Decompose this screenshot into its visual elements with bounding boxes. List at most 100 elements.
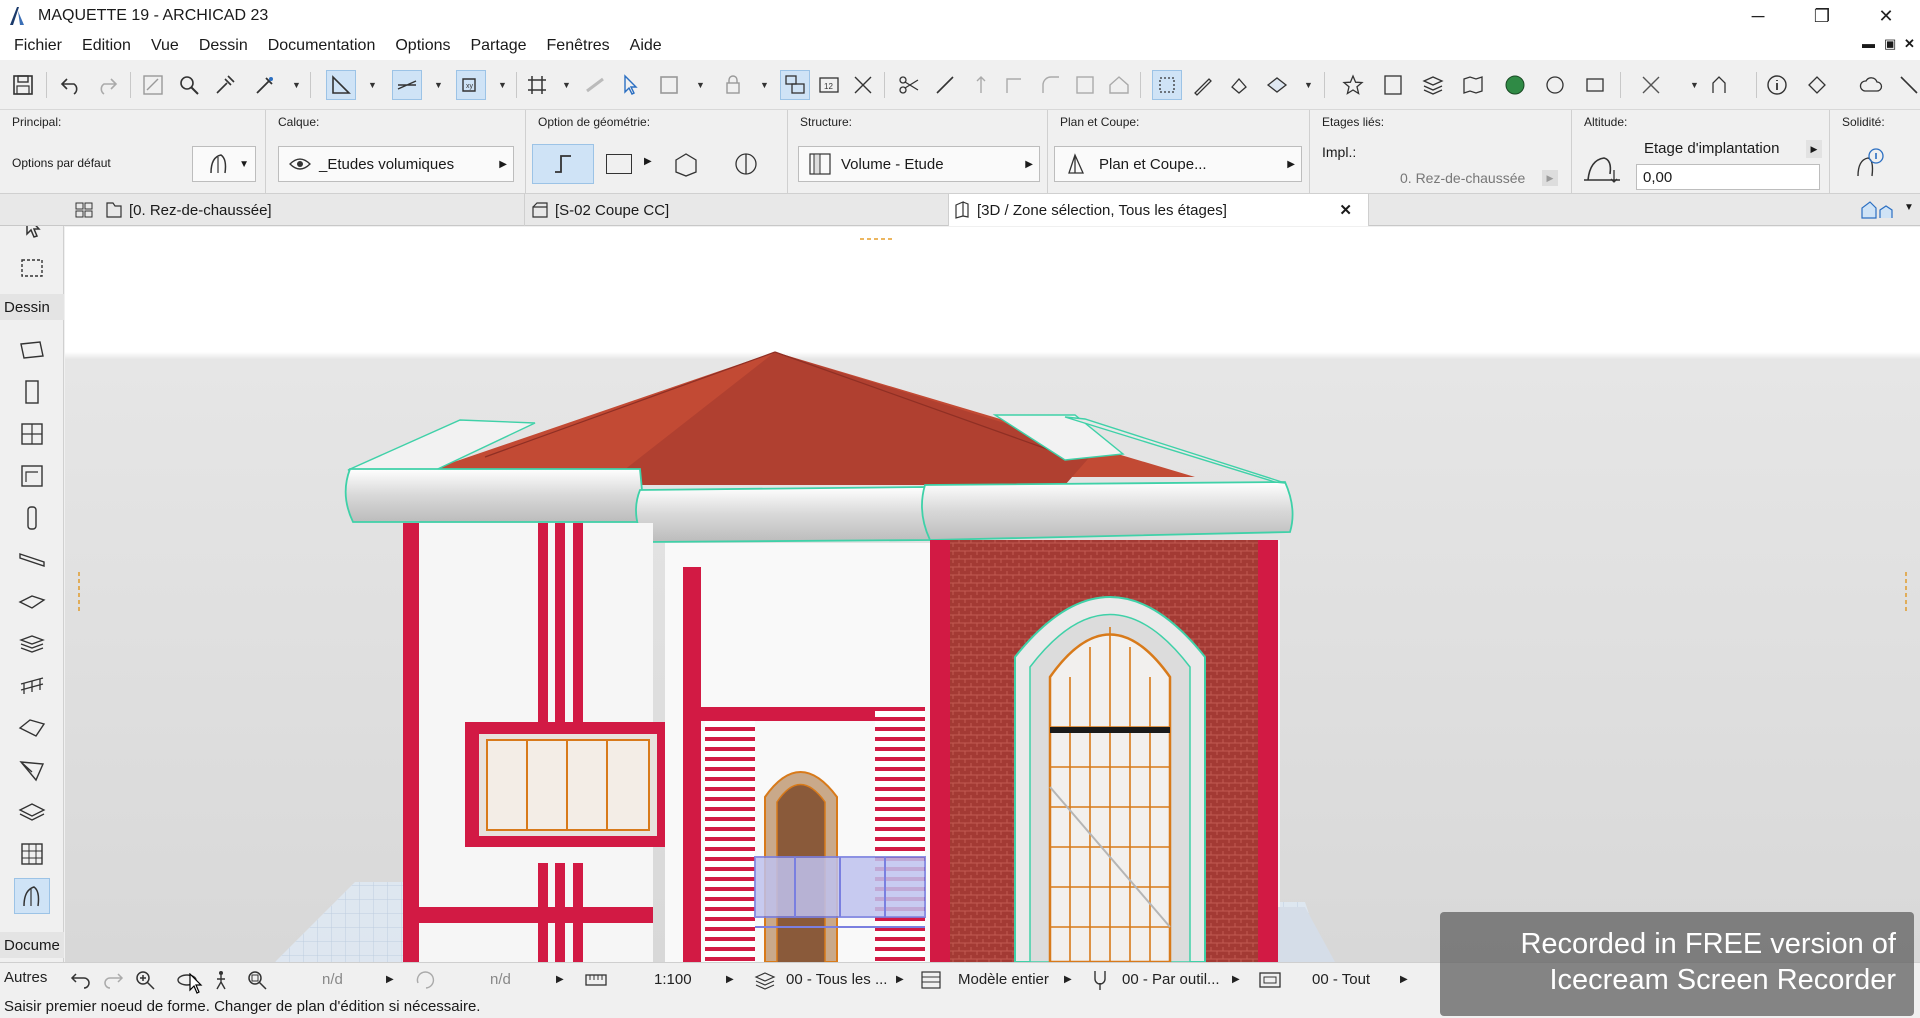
scissors-icon[interactable]	[894, 70, 924, 100]
grid-dropdown[interactable]: ▼	[562, 80, 571, 90]
menu-edition[interactable]: Edition	[72, 37, 141, 55]
guide-dropdown[interactable]: ▼	[368, 80, 377, 90]
renovation-icon[interactable]	[1704, 70, 1734, 100]
info-icon[interactable]	[1762, 70, 1792, 100]
geometry-extrude-icon[interactable]	[672, 150, 700, 178]
menu-fenetres[interactable]: Fenêtres	[537, 37, 620, 55]
mep-icon[interactable]	[1636, 70, 1666, 100]
redo-view-icon[interactable]	[102, 969, 124, 991]
restore-button[interactable]: ❐	[1792, 0, 1852, 32]
object-tool[interactable]	[14, 458, 50, 494]
zoom-arrow[interactable]: ▶	[386, 974, 394, 985]
layout-book-icon[interactable]	[1378, 70, 1408, 100]
teamwork-icon[interactable]	[1540, 70, 1570, 100]
geometry-more-arrow[interactable]: ▶	[644, 156, 652, 167]
rotate-view-icon[interactable]	[414, 969, 436, 991]
lock-icon[interactable]	[718, 70, 748, 100]
bimcloud-icon[interactable]	[1580, 70, 1610, 100]
model-view-value[interactable]: Modèle entier	[958, 971, 1049, 988]
layers-icon[interactable]	[1418, 70, 1448, 100]
elevate-icon[interactable]	[966, 70, 996, 100]
close-tab-button[interactable]: ✕	[1339, 201, 1352, 219]
undo-icon[interactable]	[56, 70, 86, 100]
mdi-close-button[interactable]: ✕	[1904, 36, 1915, 52]
plane-dropdown[interactable]: ▼	[498, 80, 507, 90]
navigator-3d-icon[interactable]	[1860, 200, 1896, 220]
menu-partage[interactable]: Partage	[460, 37, 536, 55]
marquee-icon[interactable]	[654, 70, 684, 100]
menu-documentation[interactable]: Documentation	[258, 37, 386, 55]
3d-explore-icon[interactable]	[1152, 70, 1182, 100]
wall-tool[interactable]	[14, 332, 50, 368]
model-arrow[interactable]: ▶	[1064, 974, 1072, 985]
zone-tool[interactable]	[14, 836, 50, 872]
window-tool[interactable]	[14, 416, 50, 452]
minimize-button[interactable]: ─	[1728, 0, 1788, 32]
menu-fichier[interactable]: Fichier	[4, 37, 72, 55]
scale-value[interactable]: 1:100	[654, 971, 692, 988]
railing-tool[interactable]	[14, 668, 50, 704]
menu-options[interactable]: Options	[385, 37, 460, 55]
extra-tool-icon[interactable]	[1894, 70, 1920, 100]
mesh-tool[interactable]	[14, 794, 50, 830]
tab-section[interactable]: [S-02 Coupe CC]	[525, 194, 949, 226]
redo-icon[interactable]	[92, 70, 122, 100]
rotation-value[interactable]: n/d	[490, 971, 511, 988]
syringe-icon[interactable]	[250, 70, 280, 100]
shell-tool[interactable]	[14, 878, 50, 914]
favorites-star-icon[interactable]	[1338, 70, 1368, 100]
scale-arrow[interactable]: ▶	[726, 974, 734, 985]
3d-view-dropdown[interactable]: ▼	[1304, 80, 1313, 90]
save-icon[interactable]	[8, 70, 38, 100]
fillet-icon[interactable]	[1036, 70, 1066, 100]
explore-walk-icon[interactable]	[210, 969, 232, 991]
menu-dessin[interactable]: Dessin	[189, 37, 258, 55]
3d-view-icon[interactable]	[1262, 70, 1292, 100]
lock-dropdown[interactable]: ▼	[760, 80, 769, 90]
pointer-snap-icon[interactable]	[614, 70, 644, 100]
trim-icon[interactable]	[848, 70, 878, 100]
layers-arrow[interactable]: ▶	[896, 974, 904, 985]
mdi-restore-button[interactable]: ▣	[1884, 36, 1896, 52]
guide-line-icon[interactable]	[326, 70, 356, 100]
solid-operations-icon[interactable]	[1852, 146, 1886, 182]
pen-set-value[interactable]: 00 - Par outil...	[1122, 971, 1220, 988]
menu-vue[interactable]: Vue	[141, 37, 189, 55]
undo-view-icon[interactable]	[70, 969, 92, 991]
impl-value[interactable]: 0. Rez-de-chaussée	[1400, 170, 1525, 186]
beam-tool[interactable]	[14, 542, 50, 578]
altitude-input[interactable]: 0,00	[1636, 164, 1820, 190]
impl-arrow[interactable]: ▶	[1542, 170, 1558, 186]
marquee-dropdown[interactable]: ▼	[696, 80, 705, 90]
tab-floor-plan[interactable]: [0. Rez-de-chaussée]	[65, 194, 525, 226]
geometry-revolve-icon[interactable]	[732, 150, 760, 178]
eyedropper-icon[interactable]	[210, 70, 240, 100]
altitude-reference[interactable]: Etage d'implantation	[1644, 140, 1779, 157]
layer-combination-value[interactable]: 00 - Tous les ...	[786, 971, 887, 988]
roof-icon[interactable]	[1104, 70, 1134, 100]
globe-icon[interactable]	[1500, 70, 1530, 100]
grid-snap-icon[interactable]	[522, 70, 552, 100]
column-tool[interactable]	[14, 500, 50, 536]
geometry-rectangle-button[interactable]	[606, 154, 632, 174]
close-window-button[interactable]: ✕	[1856, 0, 1916, 32]
rotation-arrow[interactable]: ▶	[556, 974, 564, 985]
dimension-arrow[interactable]: ▶	[1400, 974, 1408, 985]
altitude-ref-arrow[interactable]: ▶	[1806, 140, 1822, 158]
suspend-groups-icon[interactable]	[780, 70, 810, 100]
explode-icon[interactable]	[1070, 70, 1100, 100]
menu-aide[interactable]: Aide	[620, 37, 672, 55]
dimension-value[interactable]: 00 - Tout	[1312, 971, 1370, 988]
3d-document-icon[interactable]	[1802, 70, 1832, 100]
roof-tool[interactable]	[14, 710, 50, 746]
drawing-icon[interactable]	[138, 70, 168, 100]
tab-list-dropdown[interactable]: ▼	[1904, 202, 1914, 213]
plan-coupe-button[interactable]: Plan et Coupe... ▶	[1054, 146, 1302, 182]
door-tool[interactable]	[14, 374, 50, 410]
syringe-dropdown[interactable]: ▼	[292, 80, 301, 90]
slab-tool[interactable]	[14, 584, 50, 620]
tab-3d[interactable]: [3D / Zone sélection, Tous les étages] ✕	[949, 194, 1369, 226]
shell-tool-settings-button[interactable]: ▼	[192, 146, 256, 182]
documentation-group-header[interactable]: Docume	[0, 932, 64, 958]
adjust-icon[interactable]	[930, 70, 960, 100]
